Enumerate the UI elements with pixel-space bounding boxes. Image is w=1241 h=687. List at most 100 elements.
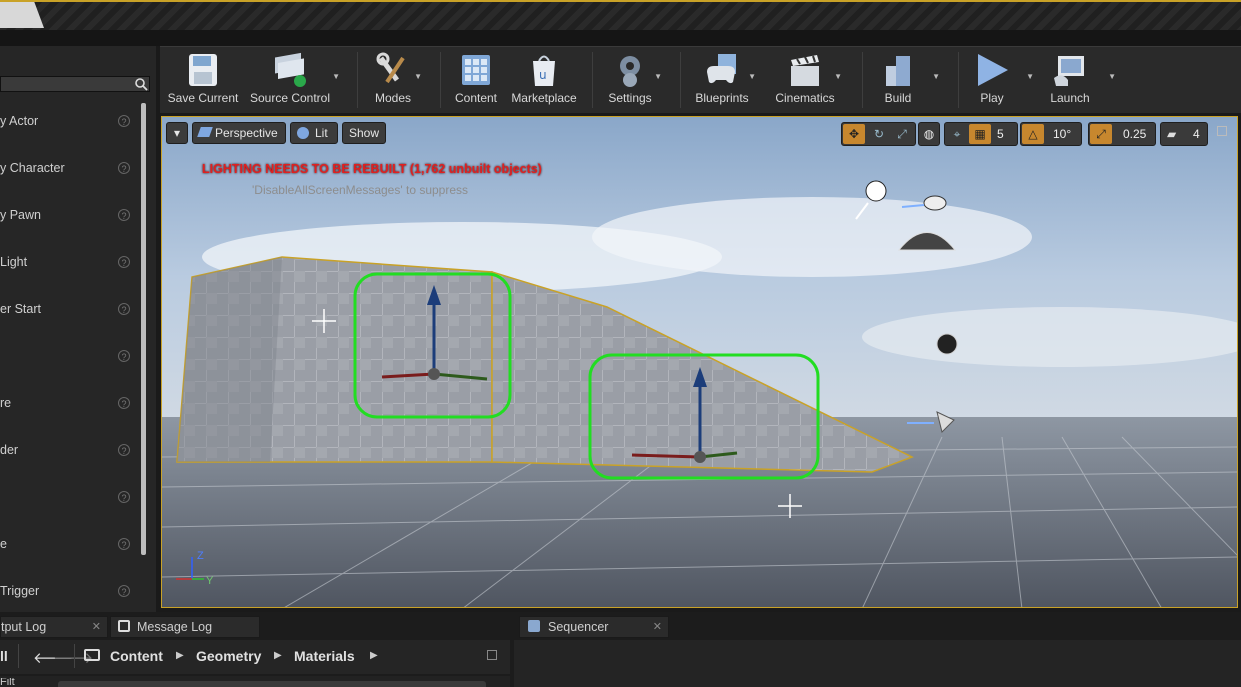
source-control-dropdown-icon[interactable]: ▼ <box>332 72 340 81</box>
place-list-item[interactable]: y Pawn? <box>0 196 138 236</box>
help-icon[interactable]: ? <box>118 162 130 174</box>
breadcrumb-materials[interactable]: Materials <box>294 648 355 664</box>
rotation-snap-icon[interactable]: △ <box>1022 124 1044 144</box>
build-dropdown-icon[interactable]: ▼ <box>932 72 940 81</box>
cinematics-button[interactable]: Cinematics ▼ <box>774 46 842 112</box>
place-list-item[interactable]: Light? <box>0 243 138 283</box>
sequencer-icon <box>528 620 540 632</box>
camera-speed-icon[interactable]: ▰ <box>1167 123 1176 145</box>
save-current-button[interactable]: Save Current <box>164 46 242 112</box>
close-icon[interactable]: ✕ <box>92 617 101 637</box>
grid-snap-group: ⌖ ▦ 5 <box>944 122 1018 146</box>
modes-button[interactable]: Modes ▼ <box>366 46 422 112</box>
breadcrumb-arrow-icon[interactable]: ▶ <box>370 650 378 661</box>
place-item-label: er Start <box>0 302 41 316</box>
settings-dropdown-icon[interactable]: ▼ <box>654 72 662 81</box>
place-list-item[interactable]: y Character? <box>0 149 138 189</box>
scale-tool-icon[interactable]: ⤢ <box>892 123 912 145</box>
viewport-options-button[interactable]: ▾ <box>166 122 188 144</box>
svg-text:u: u <box>539 68 547 82</box>
help-icon[interactable]: ? <box>118 209 130 221</box>
show-flags-button[interactable]: Show <box>342 122 386 144</box>
help-icon[interactable]: ? <box>118 444 130 456</box>
play-dropdown-icon[interactable]: ▼ <box>1026 72 1034 81</box>
blueprints-dropdown-icon[interactable]: ▼ <box>748 72 756 81</box>
place-panel-scrollbar[interactable] <box>141 103 146 555</box>
view-mode-button[interactable]: Perspective <box>192 122 286 144</box>
marketplace-bag-icon: u <box>533 55 555 86</box>
blueprints-button[interactable]: Blueprints ▼ <box>692 46 756 112</box>
grid-snap-icon[interactable]: ▦ <box>969 124 991 144</box>
help-icon[interactable]: ? <box>118 491 130 503</box>
tab-output-log[interactable]: tput Log ✕ <box>0 616 108 638</box>
place-list-item[interactable]: ? <box>0 478 138 518</box>
camera-speed-value[interactable]: 4 <box>1193 123 1200 145</box>
folder-icon <box>84 649 100 661</box>
translate-tool-icon[interactable]: ✥ <box>843 124 865 144</box>
close-icon[interactable]: ✕ <box>653 617 662 637</box>
help-icon[interactable]: ? <box>118 256 130 268</box>
suppress-hint: 'DisableAllScreenMessages' to suppress <box>252 183 469 197</box>
content-grid-icon <box>462 55 490 85</box>
scale-snap-value[interactable]: 0.25 <box>1123 123 1146 145</box>
tab-message-log[interactable]: Message Log <box>110 616 260 638</box>
place-list-item[interactable]: y Actor? <box>0 102 138 142</box>
content-button[interactable]: Content <box>450 46 502 112</box>
grid-snap-value[interactable]: 5 <box>997 123 1004 145</box>
tab-sequencer[interactable]: Sequencer ✕ <box>519 616 669 638</box>
axis-z-label: Z <box>197 550 204 562</box>
place-list-item[interactable]: der? <box>0 431 138 471</box>
help-icon[interactable]: ? <box>118 397 130 409</box>
filter-dropdown-label[interactable]: ll <box>0 648 8 664</box>
asset-search-input[interactable] <box>58 681 486 687</box>
filters-label[interactable]: Filt <box>0 678 15 687</box>
breadcrumb-content[interactable]: Content <box>110 648 163 664</box>
surface-snap-icon[interactable]: ⌖ <box>947 123 967 145</box>
place-item-label: y Actor <box>0 114 39 128</box>
path-separator <box>74 644 75 668</box>
breadcrumb-arrow-icon[interactable]: ▶ <box>274 650 282 661</box>
world-space-toggle[interactable]: ◍ <box>918 122 940 146</box>
help-icon[interactable]: ? <box>118 538 130 550</box>
help-icon[interactable]: ? <box>118 303 130 315</box>
source-control-button[interactable]: Source Control ▼ <box>248 46 340 112</box>
play-button[interactable]: Play ▼ <box>970 46 1034 112</box>
rotation-snap-value[interactable]: 10° <box>1053 123 1071 145</box>
cinematics-dropdown-icon[interactable]: ▼ <box>834 72 842 81</box>
lit-mode-button[interactable]: Lit <box>290 122 338 144</box>
sequencer-panel <box>514 640 1241 687</box>
breadcrumb-arrow-icon[interactable]: ▶ <box>176 650 184 661</box>
search-icon[interactable] <box>134 77 148 91</box>
source-control-icon <box>275 52 306 87</box>
build-button[interactable]: Build ▼ <box>878 46 940 112</box>
help-icon[interactable]: ? <box>118 115 130 127</box>
maximize-viewport-icon[interactable] <box>1217 126 1227 136</box>
launch-dropdown-icon[interactable]: ▼ <box>1108 72 1116 81</box>
reflection-capture-icon[interactable] <box>936 333 958 355</box>
marketplace-button[interactable]: u Marketplace <box>508 46 580 112</box>
place-list-item[interactable]: ? <box>0 337 138 377</box>
rotate-tool-icon[interactable]: ↻ <box>869 123 889 145</box>
place-list-item[interactable]: re? <box>0 384 138 424</box>
blueprints-gamepad-icon <box>707 54 736 84</box>
lighting-warning: LIGHTING NEEDS TO BE REBUILT (1,762 unbu… <box>202 162 542 176</box>
modes-dropdown-icon[interactable]: ▼ <box>414 72 422 81</box>
breadcrumb-geometry[interactable]: Geometry <box>196 648 261 664</box>
title-bar <box>0 0 1241 30</box>
lock-icon[interactable] <box>487 650 497 660</box>
place-list-item[interactable]: e? <box>0 525 138 565</box>
place-item-label: der <box>0 443 19 457</box>
scale-snap-icon[interactable]: ⤢ <box>1090 124 1112 144</box>
help-icon[interactable]: ? <box>118 585 130 597</box>
toolbar-separator <box>862 52 863 108</box>
launch-button[interactable]: Launch ▼ <box>1044 46 1116 112</box>
place-item-label: y Pawn <box>0 208 41 222</box>
place-search-input[interactable] <box>0 76 150 92</box>
play-triangle-icon <box>978 54 1008 86</box>
settings-button[interactable]: Settings ▼ <box>604 46 662 112</box>
place-list-item[interactable]: Trigger? <box>0 572 138 612</box>
globe-icon: ◍ <box>923 127 935 141</box>
place-item-label: e <box>0 537 7 551</box>
place-list-item[interactable]: er Start? <box>0 290 138 330</box>
help-icon[interactable]: ? <box>118 350 130 362</box>
